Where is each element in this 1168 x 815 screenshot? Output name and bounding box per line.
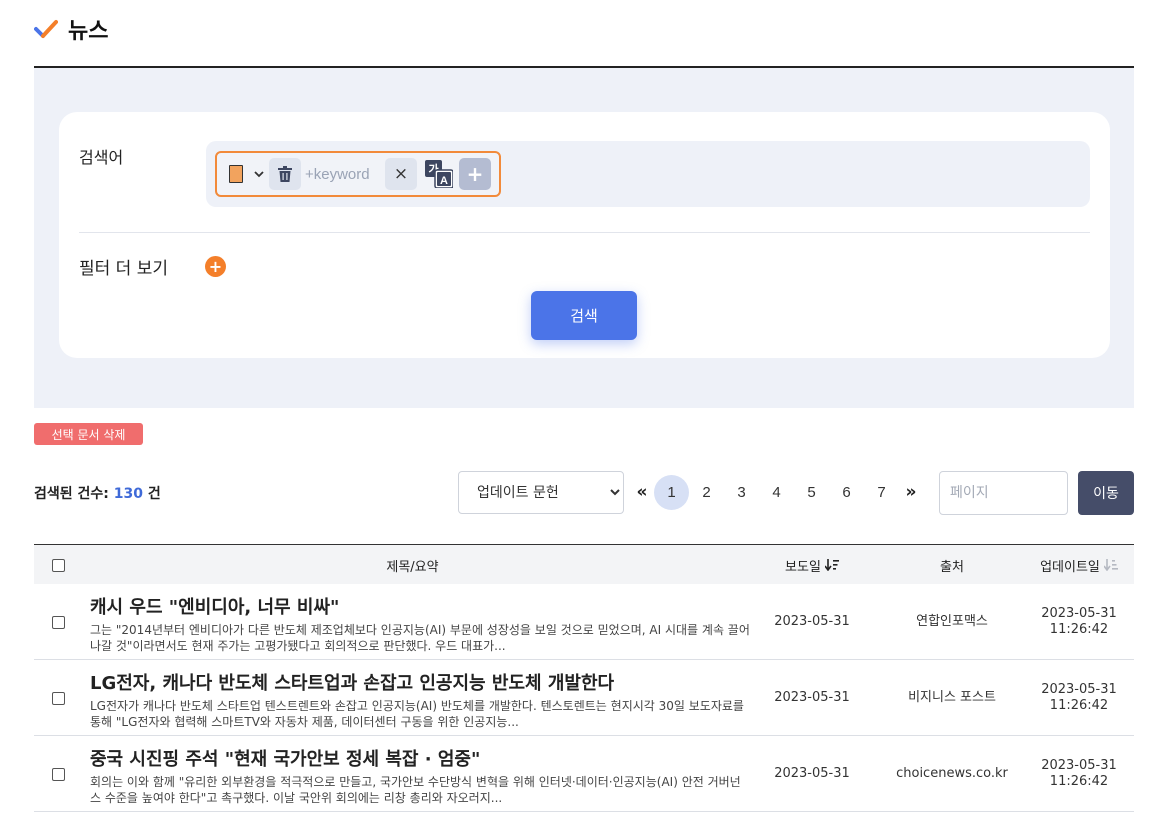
- result-count-unit: 건: [147, 486, 161, 502]
- article-updated: 2023-05-31 11:26:42: [1024, 660, 1134, 736]
- article-updated-date: 2023-05-31: [1041, 682, 1117, 698]
- select-all-checkbox[interactable]: [52, 558, 65, 572]
- select-all-cell: [52, 545, 65, 585]
- header-title: 제목/요약: [386, 559, 439, 575]
- row-title-cell: 중국 시진핑 주석 "현재 국가안보 정세 복잡 · 엄중" 회의는 이와 함께…: [90, 745, 750, 807]
- close-icon: ×: [393, 164, 409, 184]
- article-summary: 회의는 이와 함께 "유리한 외부환경을 적극적으로 만들고, 국가안보 수단방…: [90, 775, 741, 805]
- more-filters-button[interactable]: +: [205, 256, 226, 277]
- header-date[interactable]: 보도일: [752, 545, 872, 585]
- article-updated-time: 11:26:42: [1049, 774, 1109, 789]
- color-picker[interactable]: [229, 165, 243, 183]
- keyword-chip: × 가 A +: [215, 151, 501, 197]
- row-checkbox[interactable]: [52, 767, 65, 781]
- sort-icon: [1103, 559, 1118, 571]
- last-page-button[interactable]: »: [899, 482, 923, 502]
- chevron-down-icon[interactable]: [253, 169, 265, 179]
- page-header: 뉴스: [34, 12, 108, 46]
- translate-icon: 가 A: [425, 160, 453, 188]
- keyword-input[interactable]: [301, 158, 383, 190]
- page-button-4[interactable]: 4: [759, 475, 794, 510]
- article-title[interactable]: LG전자, 캐나다 반도체 스타트업과 손잡고 인공지능 반도체 개발한다: [90, 669, 750, 695]
- article-updated-time: 11:26:42: [1049, 622, 1109, 637]
- header-date-label: 보도일: [785, 559, 821, 575]
- keyword-area: × 가 A +: [206, 141, 1090, 207]
- plus-icon: +: [466, 162, 484, 186]
- article-date: 2023-05-31: [774, 614, 850, 630]
- trash-icon: [278, 166, 292, 182]
- news-table: 제목/요약 보도일 출처 업데이트일 캐시 우드 "엔비디아, 너무 비싸" 그…: [34, 544, 1134, 812]
- page-button-6[interactable]: 6: [829, 475, 864, 510]
- delete-keyword-button[interactable]: [269, 158, 301, 190]
- page-button-7[interactable]: 7: [864, 475, 899, 510]
- pagination: « 1 2 3 4 5 6 7 »: [630, 474, 923, 510]
- page-button-5[interactable]: 5: [794, 475, 829, 510]
- clear-keyword-button[interactable]: ×: [385, 158, 417, 190]
- article-source: 비지니스 포스트: [908, 690, 996, 706]
- table-row[interactable]: LG전자, 캐나다 반도체 스타트업과 손잡고 인공지능 반도체 개발한다 LG…: [34, 660, 1134, 736]
- svg-text:A: A: [440, 175, 448, 187]
- article-source: choicenews.co.kr: [896, 766, 1008, 782]
- row-select-cell: [52, 660, 65, 736]
- delete-selected-button[interactable]: 선택 문서 삭제: [34, 423, 143, 445]
- table-row[interactable]: 중국 시진핑 주석 "현재 국가안보 정세 복잡 · 엄중" 회의는 이와 함께…: [34, 736, 1134, 812]
- article-summary: LG전자가 캐나다 반도체 스타트업 텐스트렌트와 손잡고 인공지능(AI) 반…: [90, 699, 744, 729]
- header-updated-label: 업데이트일: [1040, 559, 1100, 575]
- page-button-3[interactable]: 3: [724, 475, 759, 510]
- row-title-cell: LG전자, 캐나다 반도체 스타트업과 손잡고 인공지능 반도체 개발한다 LG…: [90, 669, 750, 731]
- result-count-value: 130: [113, 486, 143, 502]
- go-button[interactable]: 이동: [1078, 471, 1134, 515]
- table-row[interactable]: 캐시 우드 "엔비디아, 너무 비싸" 그는 "2014년부터 엔비디아가 다른…: [34, 584, 1134, 660]
- add-keyword-button[interactable]: +: [459, 158, 491, 190]
- header-source: 출처: [940, 559, 964, 575]
- page-button-2[interactable]: 2: [689, 475, 724, 510]
- keyword-label: 검색어: [79, 148, 124, 167]
- article-summary: 그는 "2014년부터 엔비디아가 다른 반도체 제조업체보다 인공지능(AI)…: [90, 623, 750, 653]
- article-updated-date: 2023-05-31: [1041, 606, 1117, 622]
- plus-circle-icon: +: [208, 256, 223, 276]
- row-checkbox[interactable]: [52, 691, 65, 705]
- search-button[interactable]: 검색: [531, 291, 637, 340]
- article-updated: 2023-05-31 11:26:42: [1024, 736, 1134, 812]
- row-select-cell: [52, 584, 65, 660]
- translate-button[interactable]: 가 A: [423, 158, 455, 190]
- row-select-cell: [52, 736, 65, 812]
- article-title[interactable]: 캐시 우드 "엔비디아, 너무 비싸": [90, 593, 750, 619]
- article-title[interactable]: 중국 시진핑 주석 "현재 국가안보 정세 복잡 · 엄중": [90, 745, 750, 771]
- search-card: 검색어 ×: [59, 112, 1110, 358]
- header-updated[interactable]: 업데이트일: [1024, 545, 1134, 585]
- page-button-1[interactable]: 1: [654, 474, 689, 510]
- article-source: 연합인포맥스: [916, 614, 988, 630]
- sort-desc-icon: [824, 559, 839, 571]
- row-checkbox[interactable]: [52, 615, 65, 629]
- row-title-cell: 캐시 우드 "엔비디아, 너무 비싸" 그는 "2014년부터 엔비디아가 다른…: [90, 593, 750, 655]
- table-header: 제목/요약 보도일 출처 업데이트일: [34, 544, 1134, 584]
- page-title: 뉴스: [68, 19, 109, 44]
- article-date: 2023-05-31: [774, 690, 850, 706]
- first-page-button[interactable]: «: [630, 482, 654, 502]
- more-filters-label: 필터 더 보기: [79, 259, 169, 279]
- sort-select[interactable]: 업데이트 문헌: [458, 471, 624, 514]
- checkmark-icon: [34, 20, 58, 38]
- article-updated: 2023-05-31 11:26:42: [1024, 584, 1134, 660]
- result-count-label: 검색된 건수:: [34, 486, 109, 502]
- search-panel: 검색어 ×: [34, 68, 1134, 408]
- page-number-input[interactable]: [939, 471, 1068, 515]
- article-date: 2023-05-31: [774, 766, 850, 782]
- article-updated-time: 11:26:42: [1049, 698, 1109, 713]
- result-count: 검색된 건수: 130 건: [34, 483, 161, 503]
- card-divider: [79, 232, 1090, 233]
- article-updated-date: 2023-05-31: [1041, 758, 1117, 774]
